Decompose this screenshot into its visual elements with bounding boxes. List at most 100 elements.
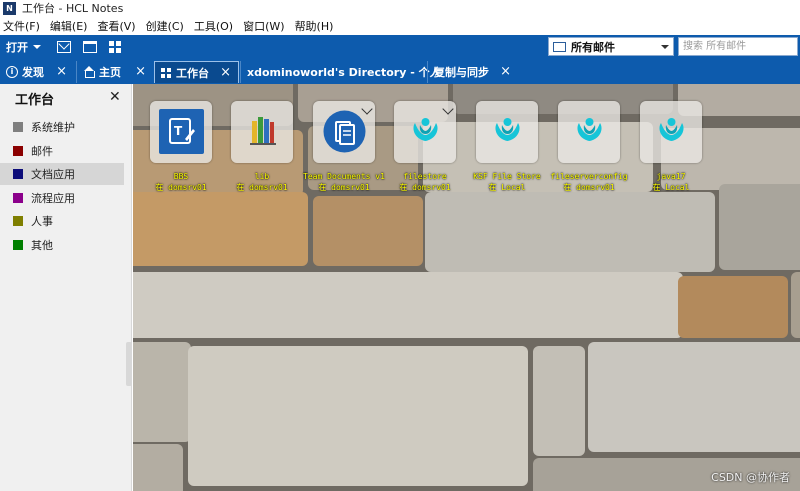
notes-window: N 工作台 - HCL Notes 文件(F) 编辑(E) 查看(V) 创建(C… (0, 0, 800, 491)
menu-view[interactable]: 查看(V) (92, 18, 140, 34)
mailbox-icon (553, 41, 566, 52)
app-server: 在 Local (488, 183, 526, 192)
title-bar: N 工作台 - HCL Notes (0, 0, 800, 16)
app-name: BBS (173, 172, 189, 181)
sidebar-item-label: 其他 (31, 239, 53, 252)
workspace-grid-icon[interactable] (109, 40, 121, 53)
app-name: fileserverconfig (550, 172, 628, 181)
app-label: BBS 在 domsrv01 (136, 171, 226, 193)
workspace-sidebar: 工作台 ✕ 系统维护 邮件 文档应用 流程应用 人事 其他 (0, 84, 132, 491)
color-swatch-icon (13, 216, 23, 226)
lotus-db-icon (649, 109, 694, 154)
app-tile-frame[interactable]: T (150, 101, 212, 163)
menu-window[interactable]: 窗口(W) (238, 18, 289, 34)
menu-bar: 文件(F) 编辑(E) 查看(V) 创建(C) 工具(O) 窗口(W) 帮助(H… (0, 17, 800, 34)
app-name: lib (254, 172, 270, 181)
app-tile-frame[interactable] (476, 101, 538, 163)
team-docs-icon (322, 109, 367, 154)
sidebar-item-label: 流程应用 (31, 192, 75, 205)
app-label: lib 在 domsrv01 (217, 171, 307, 193)
sidebar-item-label: 文档应用 (31, 168, 75, 181)
app-tile-frame[interactable] (394, 101, 456, 163)
tab-label: 复制与同步 (434, 66, 489, 79)
app-name: java17 (656, 172, 686, 181)
sidebar-item-system-maintenance[interactable]: 系统维护 (0, 116, 124, 138)
app-tile-frame[interactable] (231, 101, 293, 163)
sidebar-item-label: 系统维护 (31, 121, 75, 134)
sidebar-item-mail[interactable]: 邮件 (0, 140, 124, 162)
app-server: 在 domsrv01 (236, 183, 288, 192)
mailbox-scope-value: 所有邮件 (571, 40, 615, 54)
app-label: KSF File Store 在 Local (462, 171, 552, 193)
app-label: fileserverconfig 在 domsrv01 (544, 171, 634, 193)
lotus-db-icon (567, 109, 612, 154)
app-server: 在 domsrv01 (563, 183, 615, 192)
app-name: Team Documents v1 (303, 172, 385, 181)
info-icon: i (6, 66, 18, 78)
tab-replication[interactable]: 复制与同步 × (427, 61, 518, 83)
color-swatch-icon (13, 146, 23, 156)
tab-discover[interactable]: i 发现 × (0, 61, 74, 83)
toolbar: 打开 所有邮件 (0, 35, 800, 58)
mail-icon[interactable] (57, 40, 71, 53)
menu-help[interactable]: 帮助(H) (290, 18, 339, 34)
close-icon[interactable]: × (500, 64, 511, 79)
svg-text:T: T (174, 124, 183, 138)
tab-bar: i 发现 × 主页 × 工作台 × xdominoworld's Directo… (0, 58, 800, 84)
tab-workspace[interactable]: 工作台 × (154, 61, 239, 83)
app-label: Team Documents v1 在 domsrv01 (299, 171, 389, 193)
close-icon[interactable]: × (220, 65, 231, 80)
menu-edit[interactable]: 编辑(E) (45, 18, 93, 34)
close-icon[interactable]: × (56, 64, 67, 79)
tab-home[interactable]: 主页 × (76, 61, 153, 83)
sidebar-title: 工作台 (15, 93, 55, 108)
hcl-notes-logo-icon: N (3, 1, 16, 15)
lotus-db-icon (485, 109, 530, 154)
sidebar-item-label: 人事 (31, 215, 53, 228)
app-name: KSF File Store (473, 172, 541, 181)
open-button-label: 打开 (6, 40, 28, 54)
app-label: java17 在 Local (626, 171, 716, 193)
sidebar-item-document-apps[interactable]: 文档应用 (0, 163, 124, 185)
app-tile-frame[interactable] (558, 101, 620, 163)
color-swatch-icon (13, 169, 23, 179)
chevron-down-icon (33, 44, 41, 49)
close-icon[interactable]: × (135, 64, 146, 79)
app-server: 在 Local (652, 183, 690, 192)
workspace-icon (161, 67, 171, 78)
sidebar-item-label: 邮件 (31, 145, 53, 158)
watermark-text: CSDN @协作者 (711, 471, 790, 484)
forum-icon: T (159, 109, 204, 154)
app-label: filestore 在 domsrv01 (380, 171, 470, 193)
sidebar-item-hr[interactable]: 人事 (0, 210, 124, 232)
tab-directory[interactable]: xdominoworld's Directory - 个人 (240, 61, 441, 83)
app-tile-frame[interactable] (640, 101, 702, 163)
chevron-down-icon (661, 45, 669, 49)
sidebar-item-workflow-apps[interactable]: 流程应用 (0, 187, 124, 209)
sidebar-resize-handle[interactable] (126, 342, 132, 386)
app-server: 在 domsrv01 (399, 183, 451, 192)
sidebar-item-other[interactable]: 其他 (0, 234, 124, 256)
search-input[interactable] (678, 37, 798, 56)
workspace-canvas: T BBS 在 domsrv01 lib 在 domsrv01 Team Doc… (133, 84, 800, 491)
color-swatch-icon (13, 240, 23, 250)
menu-file[interactable]: 文件(F) (0, 18, 45, 34)
open-button[interactable]: 打开 (0, 39, 47, 55)
color-swatch-icon (13, 122, 23, 132)
close-icon[interactable]: ✕ (109, 89, 121, 105)
app-server: 在 domsrv01 (318, 183, 370, 192)
color-swatch-icon (13, 193, 23, 203)
tab-label: 工作台 (176, 66, 209, 80)
menu-tools[interactable]: 工具(O) (189, 18, 238, 34)
menu-create[interactable]: 创建(C) (141, 18, 189, 34)
calendar-icon[interactable] (83, 40, 97, 53)
app-tile-frame[interactable] (313, 101, 375, 163)
tab-label: xdominoworld's Directory - 个人 (247, 66, 441, 79)
app-server: 在 domsrv01 (155, 183, 207, 192)
tab-label: 主页 (99, 66, 121, 79)
tab-label: 发现 (22, 66, 44, 79)
library-books-icon (240, 109, 285, 154)
home-icon (83, 66, 95, 78)
window-title: 工作台 - HCL Notes (22, 2, 124, 15)
mailbox-scope-select[interactable]: 所有邮件 (548, 37, 674, 56)
